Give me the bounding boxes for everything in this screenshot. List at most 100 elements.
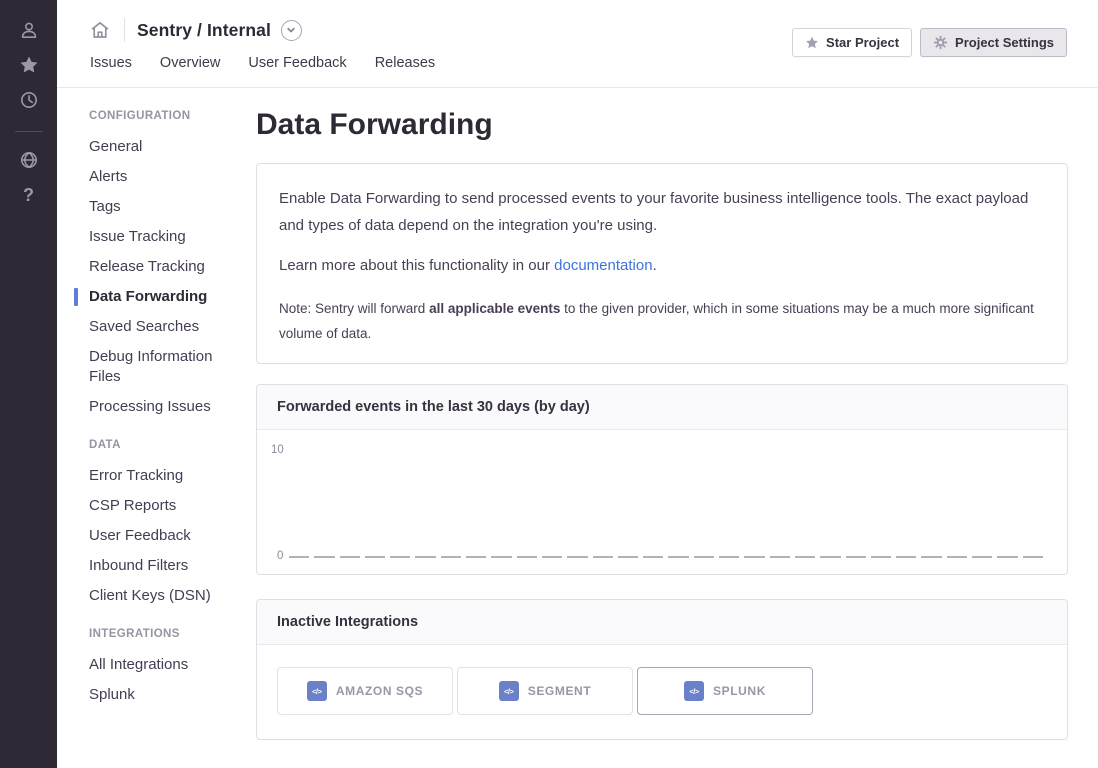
intro-panel: Enable Data Forwarding to send processed… — [256, 163, 1068, 364]
provider-card-splunk[interactable]: </> SPLUNK — [637, 667, 813, 715]
sidebar-item-saved-searches[interactable]: Saved Searches — [89, 317, 241, 337]
sidebar-item-processing-issues[interactable]: Processing Issues — [89, 397, 241, 417]
chart-panel-title: Forwarded events in the last 30 days (by… — [257, 385, 1067, 430]
star-project-button[interactable]: Star Project — [792, 28, 912, 57]
provider-label: AMAZON SQS — [336, 684, 423, 698]
project-switcher[interactable]: Sentry / Internal — [137, 20, 302, 41]
learn-more-prefix: Learn more about this functionality in o… — [279, 257, 554, 274]
forwarded-events-chart: 10 0 — [257, 430, 1067, 574]
sidebar-item-data-forwarding[interactable]: Data Forwarding — [89, 287, 241, 307]
breadcrumb: Sentry / Internal — [88, 18, 302, 42]
learn-more-paragraph: Learn more about this functionality in o… — [279, 252, 1045, 279]
sidebar-item-user-feedback[interactable]: User Feedback — [89, 526, 241, 546]
plugin-icon: </> — [499, 681, 519, 701]
sidebar-item-inbound-filters[interactable]: Inbound Filters — [89, 556, 241, 576]
globe-icon[interactable] — [17, 148, 41, 172]
chart-bar — [441, 556, 461, 558]
chart-bar — [340, 556, 360, 558]
chart-bar — [542, 556, 562, 558]
provider-card-amazon-sqs[interactable]: </> AMAZON SQS — [277, 667, 453, 715]
chart-bar — [289, 556, 309, 558]
plugin-icon: </> — [307, 681, 327, 701]
project-tabs: Issues Overview User Feedback Releases — [90, 55, 435, 71]
chart-bar — [567, 556, 587, 558]
home-icon[interactable] — [88, 18, 112, 42]
project-settings-label: Project Settings — [955, 35, 1054, 50]
sidebar-item-all-integrations[interactable]: All Integrations — [89, 655, 241, 675]
sidebar-item-issue-tracking[interactable]: Issue Tracking — [89, 227, 241, 247]
sidebar-section-configuration: CONFIGURATION General Alerts Tags Issue … — [89, 110, 241, 417]
chart-bar — [795, 556, 815, 558]
sidebar-item-tags[interactable]: Tags — [89, 197, 241, 217]
help-icon[interactable]: ? — [17, 183, 41, 207]
app-rail: ? — [0, 0, 57, 768]
user-icon[interactable] — [17, 18, 41, 42]
page-title: Data Forwarding — [256, 105, 1068, 145]
sidebar-item-general[interactable]: General — [89, 137, 241, 157]
y-axis-tick-min: 0 — [277, 550, 283, 562]
intro-paragraph: Enable Data Forwarding to send processed… — [279, 185, 1045, 239]
sentry-app: ? Sentry / Internal Issues Overview User… — [0, 0, 1098, 768]
note-prefix: Note: Sentry will forward — [279, 301, 429, 316]
plugin-icon: </> — [684, 681, 704, 701]
project-title: Sentry / Internal — [137, 20, 271, 41]
tab-overview[interactable]: Overview — [160, 55, 220, 71]
tab-user-feedback[interactable]: User Feedback — [248, 55, 346, 71]
header-actions: Star Project Project Settings — [792, 28, 1067, 57]
star-project-label: Star Project — [826, 35, 899, 50]
sidebar-item-client-keys[interactable]: Client Keys (DSN) — [89, 586, 241, 606]
chart-bar — [517, 556, 537, 558]
chart-bar — [947, 556, 967, 558]
provider-card-segment[interactable]: </> SEGMENT — [457, 667, 633, 715]
sidebar-section-integrations: INTEGRATIONS All Integrations Splunk — [89, 628, 241, 705]
inactive-integrations-panel: Inactive Integrations </> AMAZON SQS </>… — [256, 599, 1068, 740]
chart-bar — [921, 556, 941, 558]
provider-label: SEGMENT — [528, 684, 592, 698]
project-settings-button[interactable]: Project Settings — [920, 28, 1067, 57]
sidebar-item-release-tracking[interactable]: Release Tracking — [89, 257, 241, 277]
gear-icon — [933, 35, 948, 50]
rail-divider — [15, 131, 43, 132]
learn-more-suffix: . — [653, 257, 657, 274]
documentation-link[interactable]: documentation — [554, 257, 652, 274]
chart-bar — [618, 556, 638, 558]
chart-bar — [719, 556, 739, 558]
chart-bar — [668, 556, 688, 558]
chart-bar — [390, 556, 410, 558]
provider-label: SPLUNK — [713, 684, 766, 698]
note-paragraph: Note: Sentry will forward all applicable… — [279, 296, 1045, 346]
chart-bars — [289, 556, 1043, 558]
chart-bar — [896, 556, 916, 558]
y-axis-tick-max: 10 — [271, 444, 284, 456]
chart-bar — [643, 556, 663, 558]
sidebar-item-csp-reports[interactable]: CSP Reports — [89, 496, 241, 516]
history-icon[interactable] — [17, 88, 41, 112]
chart-bar — [744, 556, 764, 558]
sidebar-item-alerts[interactable]: Alerts — [89, 167, 241, 187]
chart-bar — [694, 556, 714, 558]
sidebar-item-error-tracking[interactable]: Error Tracking — [89, 466, 241, 486]
chart-bar — [770, 556, 790, 558]
settings-sidebar: CONFIGURATION General Alerts Tags Issue … — [89, 88, 241, 715]
chart-bar — [314, 556, 334, 558]
chevron-down-icon[interactable] — [281, 20, 302, 41]
chart-bar — [846, 556, 866, 558]
chart-bar — [820, 556, 840, 558]
section-title-configuration: CONFIGURATION — [89, 110, 241, 122]
section-title-data: DATA — [89, 439, 241, 451]
integrations-panel-title: Inactive Integrations — [257, 600, 1067, 645]
chart-bar — [972, 556, 992, 558]
chart-bar — [365, 556, 385, 558]
chart-bar — [871, 556, 891, 558]
chart-bar — [415, 556, 435, 558]
main-content: Data Forwarding Enable Data Forwarding t… — [256, 88, 1068, 740]
tab-issues[interactable]: Issues — [90, 55, 132, 71]
sidebar-section-data: DATA Error Tracking CSP Reports User Fee… — [89, 439, 241, 606]
sidebar-item-debug-information-files[interactable]: Debug Information Files — [89, 347, 241, 387]
sidebar-item-splunk[interactable]: Splunk — [89, 685, 241, 705]
forwarded-events-panel: Forwarded events in the last 30 days (by… — [256, 384, 1068, 575]
chart-bar — [1023, 556, 1043, 558]
star-icon[interactable] — [17, 53, 41, 77]
tab-releases[interactable]: Releases — [375, 55, 435, 71]
chart-bar — [491, 556, 511, 558]
